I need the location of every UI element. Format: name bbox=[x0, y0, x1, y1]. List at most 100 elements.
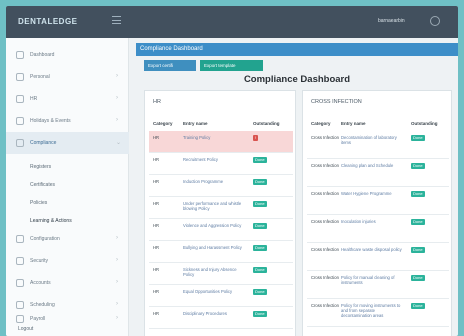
cross-infection-card: CROSS INFECTION Category Entry name Outs… bbox=[302, 90, 452, 336]
row-entry-name[interactable]: Sickness and Injury Absence Policy bbox=[183, 267, 247, 277]
chevron-right-icon: › bbox=[116, 279, 118, 285]
chevron-right-icon: › bbox=[116, 73, 118, 79]
menu-toggle-icon[interactable] bbox=[112, 16, 121, 24]
sidebar-item-configuration[interactable]: Configuration › bbox=[6, 228, 129, 250]
status-badge: Done bbox=[411, 135, 425, 141]
row-entry-name[interactable]: Under performance and whistle blowing Po… bbox=[183, 201, 247, 211]
sidebar-item-label: Dashboard bbox=[30, 52, 55, 58]
sidebar-item-compliance[interactable]: Compliance ⌄ bbox=[6, 132, 129, 154]
row-entry-name[interactable]: Equal Opportunities Policy bbox=[183, 289, 247, 294]
row-entry-name[interactable]: Bullying and Harassment Policy bbox=[183, 245, 247, 250]
table-row[interactable]: Cross Infection Decontamination of labora… bbox=[307, 131, 449, 159]
column-header-outstanding: Outstanding bbox=[253, 121, 280, 126]
status-badge: Done bbox=[253, 267, 267, 273]
row-entry-name[interactable]: Violence and Aggression Policy bbox=[183, 223, 247, 228]
row-entry-name[interactable]: Inoculation injuries bbox=[341, 219, 405, 224]
column-header-category: Category bbox=[311, 121, 331, 126]
logout-link[interactable]: Logout bbox=[18, 326, 33, 332]
table-row[interactable]: Cross Infection Policy for moving instrum… bbox=[307, 299, 449, 327]
user-icon bbox=[16, 73, 24, 81]
status-badge: Done bbox=[253, 157, 267, 163]
chevron-right-icon: › bbox=[116, 95, 118, 101]
document-icon bbox=[16, 279, 24, 287]
status-badge: Done bbox=[411, 247, 425, 253]
user-avatar-icon[interactable] bbox=[430, 16, 440, 26]
sidebar-item-label: Security bbox=[30, 258, 49, 264]
table-row[interactable]: Cross Infection Cleaning plan and Schedul… bbox=[307, 159, 449, 187]
row-entry-name[interactable]: Cleaning plan and Schedule bbox=[341, 163, 405, 168]
column-header-outstanding: Outstanding bbox=[411, 121, 438, 126]
gear-icon bbox=[16, 235, 24, 243]
user-name[interactable]: barnaearbin bbox=[378, 18, 405, 24]
table-row[interactable]: HR Induction Programme Done bbox=[149, 175, 293, 197]
sidebar-item-dashboard[interactable]: Dashboard bbox=[6, 44, 129, 66]
sidebar-item-label: Configuration bbox=[30, 236, 60, 242]
sidebar-item-label: Compliance bbox=[30, 140, 57, 146]
row-entry-name[interactable]: Disciplinary Procedures bbox=[183, 311, 247, 316]
calendar-icon bbox=[16, 117, 24, 125]
row-category: HR bbox=[153, 245, 160, 250]
status-badge: Done bbox=[253, 245, 267, 251]
row-category: Cross Infection bbox=[311, 135, 339, 140]
status-badge: Done bbox=[253, 289, 267, 295]
row-category: Cross Infection bbox=[311, 275, 339, 280]
table-row[interactable]: HR Bullying and Harassment Policy Done bbox=[149, 241, 293, 263]
table-row[interactable]: HR Training Policy! bbox=[149, 131, 293, 153]
sidebar-item-label: HR bbox=[30, 96, 38, 102]
row-category: HR bbox=[153, 311, 160, 316]
status-badge: Done bbox=[253, 223, 267, 229]
export-certificate-button[interactable]: Export certifi bbox=[144, 60, 196, 71]
chevron-right-icon: › bbox=[116, 117, 118, 123]
column-header-entry-name: Entry name bbox=[183, 121, 208, 126]
export-template-button[interactable]: Export template bbox=[200, 60, 263, 71]
status-badge: Done bbox=[411, 219, 425, 225]
row-category: HR bbox=[153, 179, 160, 184]
chevron-right-icon: › bbox=[116, 315, 118, 321]
row-category: HR bbox=[153, 223, 160, 228]
sidebar-subitem-registers[interactable]: Registers bbox=[30, 164, 120, 178]
row-entry-name[interactable]: Policy for manual cleaning of instrument… bbox=[341, 275, 405, 285]
table-row[interactable]: HR Equal Opportunities Policy Done bbox=[149, 285, 293, 307]
row-category: HR bbox=[153, 135, 160, 140]
row-entry-name[interactable]: Water Hygiene Programme bbox=[341, 191, 405, 196]
table-row[interactable]: Cross Infection Healthcare waste disposal… bbox=[307, 243, 449, 271]
table-row[interactable]: HR Recruitment Policy Done bbox=[149, 153, 293, 175]
hr-card: HR Category Entry name Outstanding HR Tra… bbox=[144, 90, 296, 336]
row-entry-name[interactable]: Decontamination of laboratory items bbox=[341, 135, 405, 145]
row-divider bbox=[149, 328, 293, 329]
table-row[interactable]: HR Sickness and Injury Absence Policy Done bbox=[149, 263, 293, 285]
row-entry-name[interactable]: Policy for moving instruments to and fro… bbox=[341, 303, 405, 318]
row-category: Cross Infection bbox=[311, 247, 339, 252]
table-row[interactable]: HR Under performance and whistle blowing … bbox=[149, 197, 293, 219]
row-category: HR bbox=[153, 157, 160, 162]
key-icon bbox=[16, 257, 24, 265]
sidebar-subitem-policies[interactable]: Policies bbox=[30, 200, 120, 214]
status-badge: Done bbox=[253, 179, 267, 185]
table-row[interactable]: HR Disciplinary Procedures Done bbox=[149, 307, 293, 329]
panel-title: Compliance Dashboard bbox=[140, 46, 203, 52]
table-row[interactable]: Cross Infection Water Hygiene Programme Do… bbox=[307, 187, 449, 215]
brand-logo[interactable]: DENTALEDGE bbox=[18, 17, 78, 26]
money-icon bbox=[16, 315, 24, 323]
row-category: Cross Infection bbox=[311, 303, 339, 308]
table-row[interactable]: Cross Infection Inoculation injuries Done bbox=[307, 215, 449, 243]
row-entry-name[interactable]: Induction Programme bbox=[183, 179, 247, 184]
sidebar-item-accounts[interactable]: Accounts › bbox=[6, 272, 129, 294]
row-category: Cross Infection bbox=[311, 191, 339, 196]
clipboard-icon bbox=[16, 139, 24, 147]
chevron-right-icon: › bbox=[116, 301, 118, 307]
table-row[interactable]: Cross Infection Policy for manual cleanin… bbox=[307, 271, 449, 299]
sidebar-item-personal[interactable]: Personal › bbox=[6, 66, 129, 88]
sidebar-item-security[interactable]: Security › bbox=[6, 250, 129, 272]
sidebar-item-hr[interactable]: HR › bbox=[6, 88, 129, 110]
app-window: DENTALEDGE barnaearbin Dashboard Persona… bbox=[6, 6, 458, 336]
sidebar-subitem-certificates[interactable]: Certificates bbox=[30, 182, 120, 196]
status-badge: Done bbox=[411, 191, 425, 197]
row-entry-name[interactable]: Healthcare waste disposal policy bbox=[341, 247, 405, 252]
row-entry-name[interactable]: Recruitment Policy bbox=[183, 157, 247, 162]
row-category: HR bbox=[153, 289, 160, 294]
table-row[interactable]: HR Violence and Aggression Policy Done bbox=[149, 219, 293, 241]
sidebar-item-holidays[interactable]: Holidays & Events › bbox=[6, 110, 129, 132]
row-entry-name[interactable]: Training Policy bbox=[183, 135, 247, 140]
chevron-right-icon: › bbox=[116, 257, 118, 263]
